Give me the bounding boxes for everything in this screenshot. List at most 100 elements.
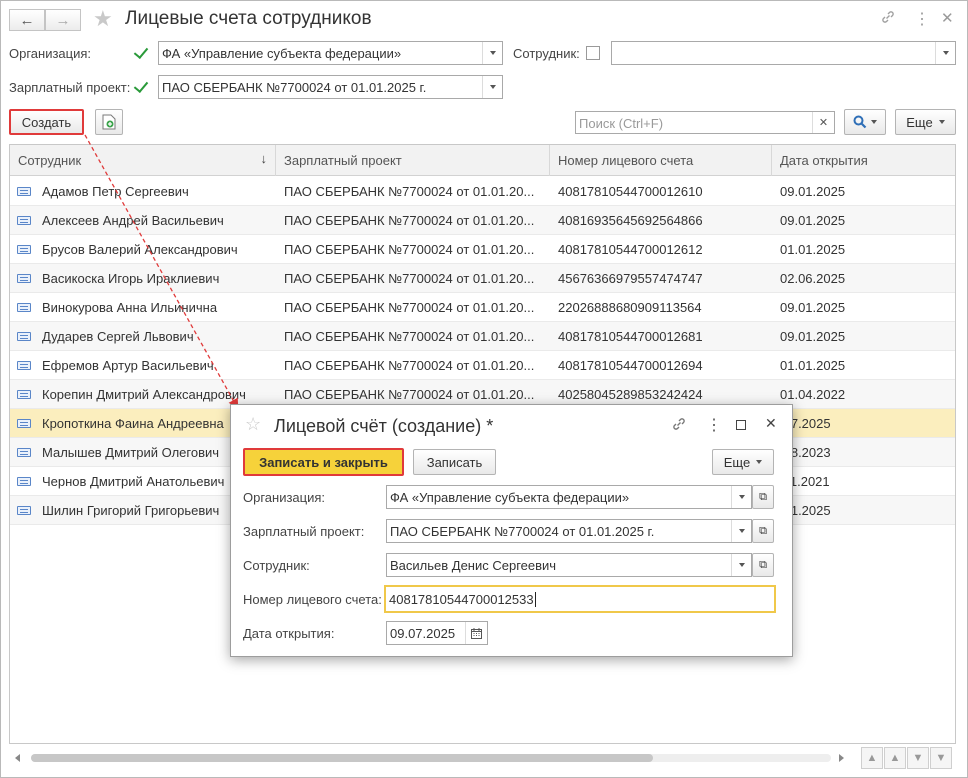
cell-date: 01.01.2025 (780, 358, 846, 373)
cell-project: ПАО СБЕРБАНК №7700024 от 01.01.20... (284, 271, 535, 286)
more-button[interactable]: Еще (895, 109, 956, 135)
column-header-account[interactable]: Номер лицевого счета (550, 145, 772, 176)
cell-employee: Брусов Валерий Александрович (42, 242, 238, 257)
open-employee-button[interactable]: ⧉ (752, 553, 774, 577)
add-document-icon (102, 114, 116, 130)
cell-date: .11.2021 (780, 474, 830, 489)
close-icon[interactable]: ✕ (941, 9, 954, 27)
cell-account: 40817810544700012612 (558, 242, 703, 257)
table-row[interactable]: Адамов Петр Сергеевич ПАО СБЕРБАНК №77000… (10, 177, 955, 206)
search-button[interactable] (844, 109, 886, 135)
chevron-down-icon[interactable] (482, 76, 502, 98)
cell-project: ПАО СБЕРБАНК №7700024 от 01.01.20... (284, 358, 535, 373)
maximize-icon[interactable] (736, 420, 746, 430)
cell-date: .01.2025 (780, 503, 831, 518)
create-button[interactable]: Создать (9, 109, 84, 135)
employee-filter-label: Сотрудник: (513, 46, 580, 61)
date-value: 09.07.2025 (390, 626, 456, 641)
table-row[interactable]: Брусов Валерий Александрович ПАО СБЕРБАНК… (10, 235, 955, 264)
cell-employee: Алексеев Андрей Васильевич (42, 213, 224, 228)
calendar-icon[interactable] (465, 622, 487, 644)
table-header: Сотрудник ↓ Зарплатный проект Номер лице… (10, 145, 955, 176)
text-cursor (534, 592, 536, 607)
search-input[interactable]: Поиск (Ctrl+F) ✕ (575, 111, 835, 134)
cell-project: ПАО СБЕРБАНК №7700024 от 01.01.20... (284, 184, 535, 199)
close-icon[interactable]: ✕ (765, 415, 777, 432)
chevron-down-icon (756, 460, 763, 464)
project-filter-field[interactable]: ПАО СБЕРБАНК №7700024 от 01.01.2025 г. (158, 75, 503, 99)
cell-project: ПАО СБЕРБАНК №7700024 от 01.01.20... (284, 329, 535, 344)
cell-account: 40817810544700012694 (558, 358, 703, 373)
employee-field[interactable]: Васильев Денис Сергеевич (386, 553, 752, 577)
chevron-down-icon[interactable] (731, 486, 751, 508)
scrollbar-thumb[interactable] (31, 754, 653, 762)
more-label: Еще (906, 114, 933, 130)
account-record-icon (17, 216, 31, 225)
cell-project: ПАО СБЕРБАНК №7700024 от 01.01.20... (284, 387, 535, 402)
link-icon[interactable] (880, 9, 896, 29)
cell-account: 40817810544700012610 (558, 184, 703, 199)
search-placeholder: Поиск (Ctrl+F) (579, 116, 664, 131)
column-header-date[interactable]: Дата открытия (772, 145, 955, 176)
more-vertical-icon[interactable]: ⋮ (914, 9, 930, 29)
open-icon: ⧉ (759, 524, 767, 537)
table-row[interactable]: Ефремов Артур Васильевич ПАО СБЕРБАНК №77… (10, 351, 955, 380)
scroll-down-icon[interactable]: ▼ (907, 747, 929, 769)
table-row[interactable]: Винокурова Анна Ильинична ПАО СБЕРБАНК №7… (10, 293, 955, 322)
column-label: Зарплатный проект (284, 153, 402, 168)
favorite-star-icon[interactable]: ☆ (245, 414, 261, 435)
org-filter-checkbox[interactable] (134, 46, 148, 60)
favorite-star-icon[interactable]: ★ (93, 6, 113, 32)
org-filter-field[interactable]: ФА «Управление субъекта федерации» (158, 41, 503, 65)
link-icon[interactable] (671, 416, 687, 435)
account-number-input[interactable]: 40817810544700012533 (384, 585, 776, 613)
cell-account: 40258045289853242424 (558, 387, 703, 402)
scroll-left-icon[interactable] (15, 754, 20, 762)
cell-project: ПАО СБЕРБАНК №7700024 от 01.01.20... (284, 213, 535, 228)
create-copy-button[interactable] (95, 109, 123, 135)
table-row[interactable]: Васикоска Игорь Ираклиевич ПАО СБЕРБАНК №… (10, 264, 955, 293)
dialog-more-button[interactable]: Еще (712, 449, 774, 475)
save-button[interactable]: Записать (413, 449, 496, 475)
project-field[interactable]: ПАО СБЕРБАНК №7700024 от 01.01.2025 г. (386, 519, 752, 543)
scroll-right-icon[interactable] (839, 754, 844, 762)
account-record-icon (17, 448, 31, 457)
cell-employee: Ефремов Артур Васильевич (42, 358, 214, 373)
scroll-last-icon[interactable]: ▼ (930, 747, 952, 769)
horizontal-scrollbar[interactable] (31, 754, 831, 762)
clear-search-icon[interactable]: ✕ (812, 112, 834, 133)
chevron-down-icon[interactable] (731, 554, 751, 576)
scroll-first-icon[interactable]: ▲ (861, 747, 883, 769)
employee-label: Сотрудник: (243, 558, 310, 573)
scroll-up-icon[interactable]: ▲ (884, 747, 906, 769)
project-value: ПАО СБЕРБАНК №7700024 от 01.01.2025 г. (390, 524, 655, 539)
table-row[interactable]: Дударев Сергей Львович ПАО СБЕРБАНК №7700… (10, 322, 955, 351)
open-project-button[interactable]: ⧉ (752, 519, 774, 543)
column-header-employee[interactable]: Сотрудник ↓ (10, 145, 276, 176)
employee-filter-checkbox[interactable] (586, 46, 600, 60)
back-button[interactable]: ← (9, 9, 45, 31)
table-row[interactable]: Алексеев Андрей Васильевич ПАО СБЕРБАНК №… (10, 206, 955, 235)
project-filter-value: ПАО СБЕРБАНК №7700024 от 01.01.2025 г. (162, 80, 427, 95)
chevron-down-icon[interactable] (482, 42, 502, 64)
search-icon (853, 115, 867, 129)
cell-account: 45676366979557474747 (558, 271, 703, 286)
cell-date: .08.2023 (780, 445, 831, 460)
column-header-project[interactable]: Зарплатный проект (276, 145, 550, 176)
project-filter-checkbox[interactable] (134, 80, 148, 94)
more-vertical-icon[interactable]: ⋮ (706, 415, 722, 435)
account-record-icon (17, 245, 31, 254)
open-org-button[interactable]: ⧉ (752, 485, 774, 509)
date-field[interactable]: 09.07.2025 (386, 621, 488, 645)
org-field[interactable]: ФА «Управление субъекта федерации» (386, 485, 752, 509)
chevron-down-icon (871, 120, 877, 124)
forward-button[interactable]: → (45, 9, 81, 31)
chevron-down-icon[interactable] (935, 42, 955, 64)
cell-date: 01.01.2025 (780, 242, 846, 257)
save-and-close-button[interactable]: Записать и закрыть (243, 448, 404, 476)
arrow-right-icon: → (55, 11, 71, 29)
cell-project: ПАО СБЕРБАНК №7700024 от 01.01.20... (284, 242, 535, 257)
cell-date: 02.06.2025 (780, 271, 846, 286)
employee-filter-field[interactable] (611, 41, 956, 65)
chevron-down-icon[interactable] (731, 520, 751, 542)
